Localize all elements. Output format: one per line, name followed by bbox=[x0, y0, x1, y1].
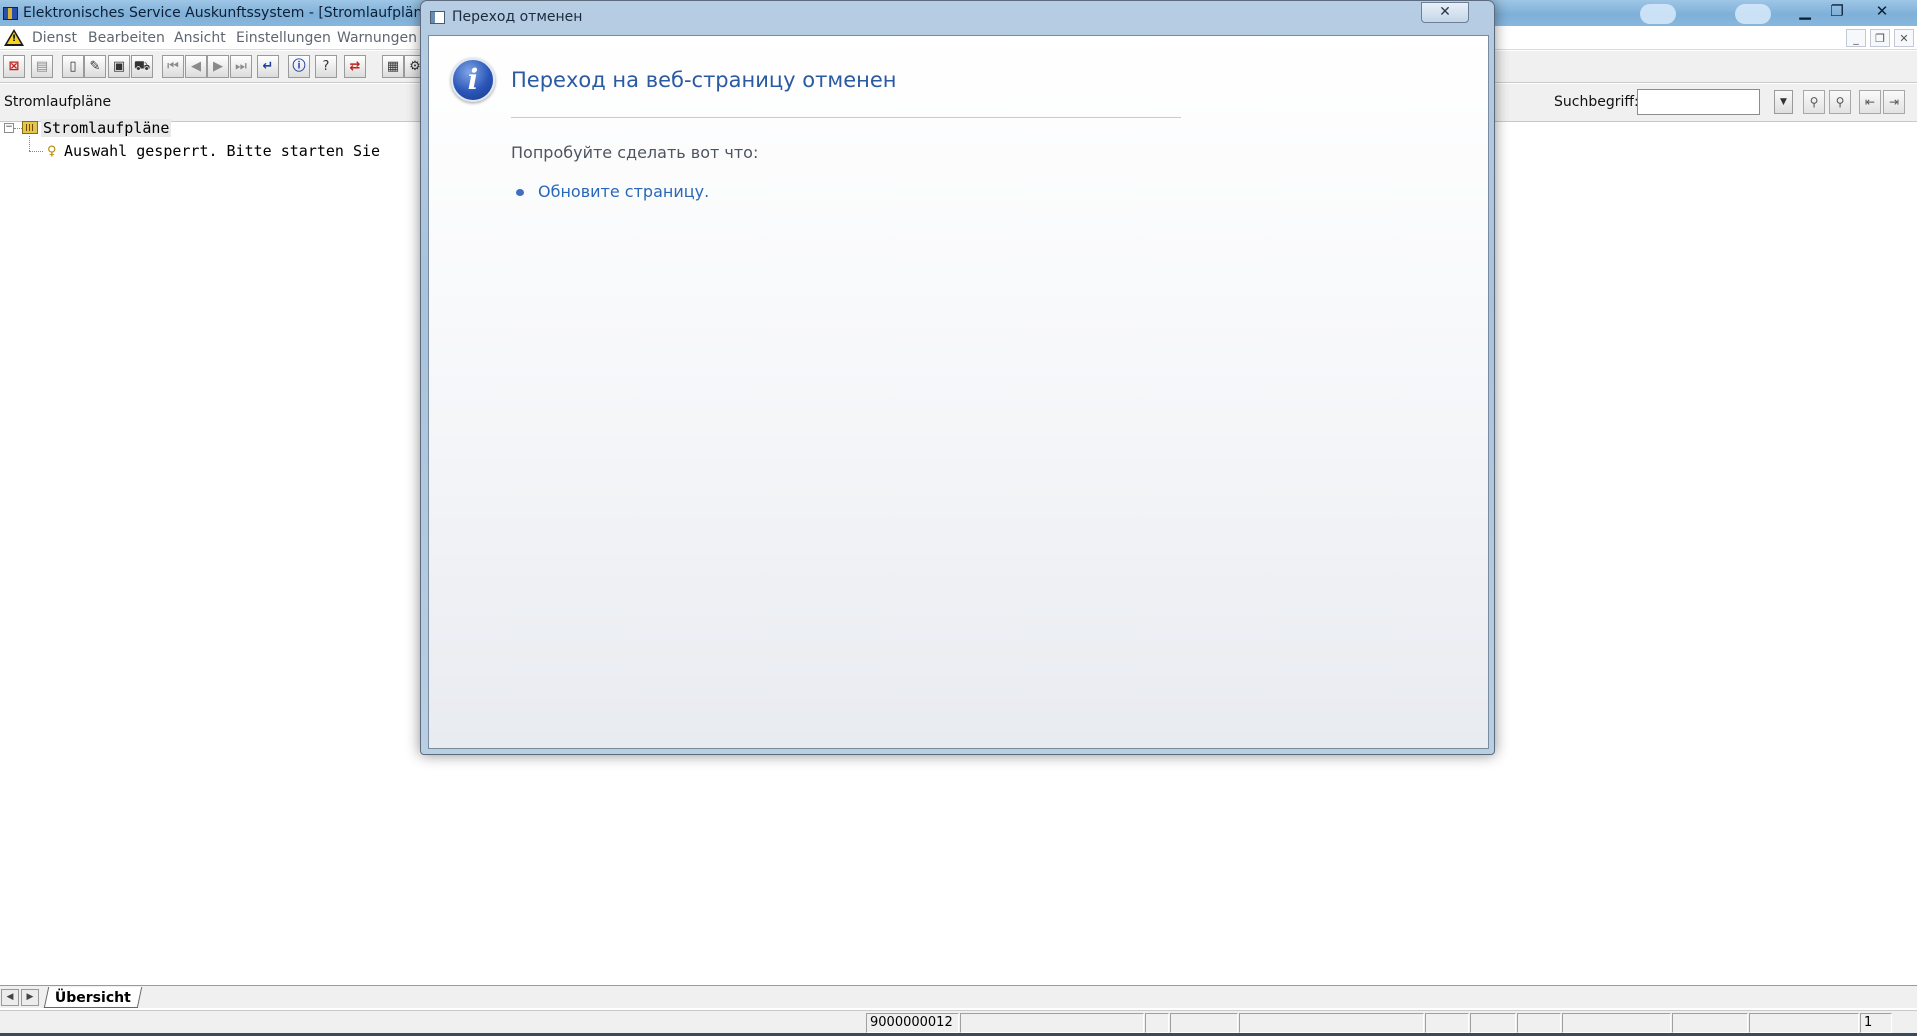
tab-uebersicht[interactable]: Übersicht bbox=[43, 987, 143, 1008]
status-cell bbox=[1145, 1013, 1169, 1033]
menu-bearbeiten[interactable]: Bearbeiten bbox=[88, 30, 165, 46]
collapse-tree-icon[interactable]: ⇥ bbox=[1883, 90, 1905, 114]
status-cell bbox=[1562, 1013, 1671, 1033]
status-cell bbox=[960, 1013, 1144, 1033]
key-icon: ♀ bbox=[47, 144, 57, 159]
info-icon: i bbox=[451, 58, 495, 102]
print-icon[interactable]: ▤ bbox=[31, 55, 53, 78]
tab-scroll-left-icon[interactable]: ◀ bbox=[1, 989, 19, 1006]
tree-connector bbox=[29, 151, 43, 152]
status-cell bbox=[1470, 1013, 1516, 1033]
previous-record-icon[interactable]: ◀ bbox=[185, 55, 207, 78]
suggestion-text: Попробуйте сделать вот что: bbox=[511, 143, 759, 162]
search-clear-icon[interactable]: ⚲ bbox=[1829, 90, 1851, 114]
dialog-close-button[interactable]: ✕ bbox=[1421, 2, 1469, 23]
dialog-heading: Переход на веб-страницу отменен bbox=[511, 68, 897, 92]
tree-connector bbox=[29, 136, 30, 151]
refresh-page-link[interactable]: Обновите страницу. bbox=[538, 182, 709, 201]
first-record-icon[interactable]: ⏮ bbox=[162, 55, 184, 78]
tab-scroll-right-icon[interactable]: ▶ bbox=[21, 989, 39, 1006]
next-record-icon[interactable]: ▶ bbox=[207, 55, 229, 78]
status-cell bbox=[1672, 1013, 1748, 1033]
dialog-content: i Переход на веб-страницу отменен Попроб… bbox=[428, 35, 1489, 749]
window-maximize-button[interactable]: ❐ bbox=[1822, 0, 1852, 22]
exit-icon[interactable]: ⊠ bbox=[3, 55, 25, 78]
expand-tree-icon[interactable]: ⇤ bbox=[1859, 90, 1881, 114]
mdi-restore-button[interactable]: ❐ bbox=[1870, 29, 1890, 47]
search-execute-icon[interactable]: ⚲ bbox=[1803, 90, 1825, 114]
dialog-title: Переход отменен bbox=[452, 9, 583, 25]
navigation-canceled-dialog: Переход отменен ✕ i Переход на веб-стран… bbox=[420, 0, 1495, 755]
divider bbox=[511, 117, 1181, 118]
titlebar-glow bbox=[1735, 4, 1771, 24]
app-icon bbox=[3, 7, 18, 20]
mdi-close-button[interactable]: ✕ bbox=[1894, 29, 1914, 47]
tab-uebersicht-label: Übersicht bbox=[54, 990, 131, 1006]
bullet-icon bbox=[516, 189, 524, 196]
status-cell bbox=[1749, 1013, 1859, 1033]
menu-dienst[interactable]: Dienst bbox=[32, 30, 77, 46]
vehicle-icon[interactable]: ⛟ bbox=[131, 55, 153, 78]
new-document-icon[interactable]: ▯ bbox=[62, 55, 84, 78]
tree-node-root[interactable]: Stromlaufpläne bbox=[41, 119, 172, 137]
window-close-button[interactable]: ✕ bbox=[1855, 0, 1909, 22]
menu-warnungen[interactable]: Warnungen bbox=[337, 30, 417, 46]
app-title: Elektronisches Service Auskunftssystem -… bbox=[23, 5, 437, 21]
info-toolbar-icon[interactable]: ⓘ bbox=[288, 55, 310, 78]
search-input[interactable] bbox=[1637, 89, 1760, 115]
status-cell-id: 9000000012 bbox=[866, 1013, 959, 1033]
status-cell bbox=[1170, 1013, 1238, 1033]
menu-einstellungen[interactable]: Einstellungen bbox=[236, 30, 331, 46]
help-icon[interactable]: ? bbox=[315, 55, 337, 78]
window-minimize-button[interactable]: ▁ bbox=[1790, 0, 1820, 22]
switch-icon[interactable]: ⇄ bbox=[344, 55, 366, 78]
pane-title: Stromlaufpläne bbox=[4, 94, 112, 110]
window-icon bbox=[430, 11, 445, 24]
tab-bar: ◀ ▶ Übersicht bbox=[0, 985, 1917, 1008]
module-icon[interactable]: ▦ bbox=[382, 55, 404, 78]
folder-icon bbox=[22, 121, 38, 134]
titlebar-glow bbox=[1640, 4, 1676, 24]
tree-collapse-toggle[interactable]: − bbox=[4, 123, 14, 133]
tree-connector bbox=[14, 128, 22, 129]
status-cell bbox=[1239, 1013, 1424, 1033]
status-cell-page: 1 bbox=[1860, 1013, 1892, 1033]
menu-ansicht[interactable]: Ansicht bbox=[174, 30, 226, 46]
status-cell bbox=[1517, 1013, 1561, 1033]
search-label: Suchbegriff: bbox=[1554, 94, 1639, 110]
status-cell bbox=[1425, 1013, 1469, 1033]
last-record-icon[interactable]: ⏭ bbox=[230, 55, 252, 78]
clipboard-icon[interactable]: ▣ bbox=[108, 55, 130, 78]
tree-node-child[interactable]: Auswahl gesperrt. Bitte starten Sie bbox=[64, 142, 380, 160]
warning-icon-mark: ! bbox=[12, 34, 17, 44]
edit-document-icon[interactable]: ✎ bbox=[84, 55, 106, 78]
search-dropdown-button[interactable]: ▼ bbox=[1774, 90, 1793, 114]
mdi-minimize-button[interactable]: _ bbox=[1846, 29, 1866, 47]
jump-back-icon[interactable]: ↵ bbox=[257, 55, 279, 78]
